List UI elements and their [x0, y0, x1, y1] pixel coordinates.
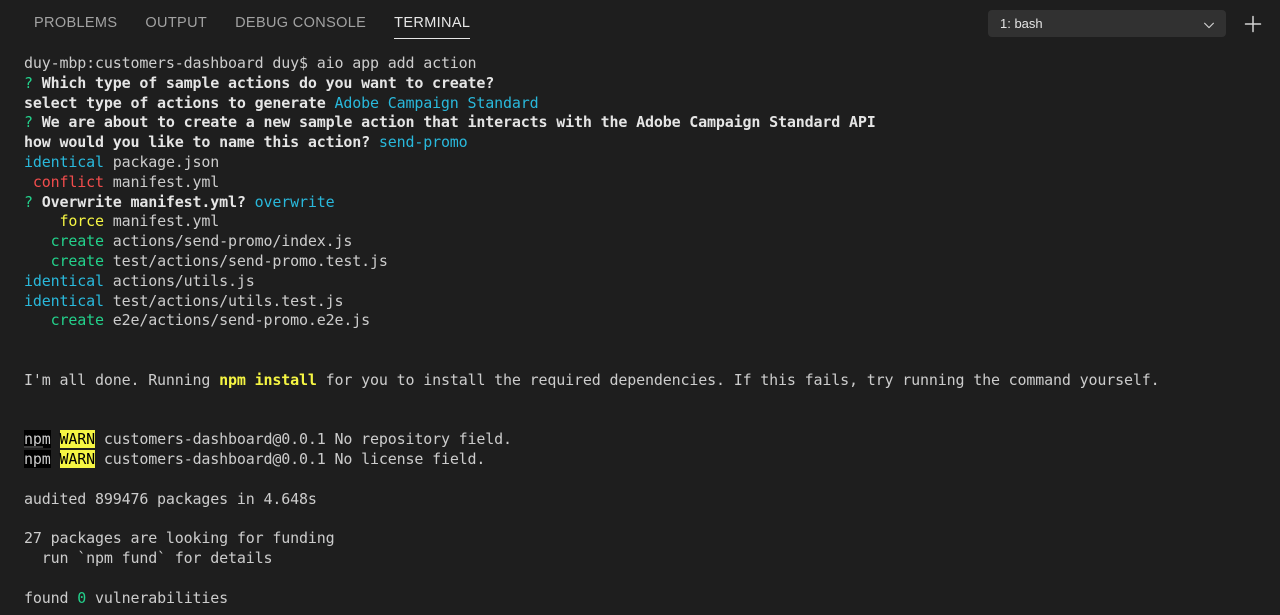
file-path: e2e/actions/send-promo.e2e.js — [103, 311, 370, 330]
terminal-line: conflict manifest.yml — [24, 173, 1280, 193]
funding-summary: 27 packages are looking for funding — [24, 529, 335, 548]
vulnerabilities-prefix: found — [24, 588, 78, 607]
file-status: conflict — [24, 172, 104, 191]
file-status: create — [24, 311, 104, 330]
tab-output-label: OUTPUT — [145, 15, 208, 31]
file-path: test/actions/send-promo.test.js — [103, 251, 388, 270]
tab-problems[interactable]: PROBLEMS — [20, 0, 131, 47]
file-status: identical — [24, 271, 104, 290]
chevron-down-icon — [1202, 17, 1216, 31]
npm-tag: npm — [24, 430, 51, 449]
terminal-output-area[interactable]: duy-mbp:customers-dashboard duy$ aio app… — [0, 47, 1280, 615]
npm-warn-text: customers-dashboard@0.0.1 No repository … — [94, 430, 512, 449]
file-path: test/actions/utils.test.js — [103, 291, 344, 310]
terminal-line: npm WARN customers-dashboard@0.0.1 No re… — [24, 430, 1280, 450]
tab-terminal[interactable]: TERMINAL — [380, 0, 484, 47]
file-status: create — [24, 232, 104, 251]
tab-debug-console[interactable]: DEBUG CONSOLE — [221, 0, 380, 47]
terminal-line: how would you like to name this action? … — [24, 133, 1280, 153]
warn-badge: WARN — [59, 449, 95, 468]
terminal-line: duy-mbp:customers-dashboard duy$ aio app… — [24, 54, 1280, 74]
terminal-line: force manifest.yml — [24, 212, 1280, 232]
tab-debug-console-label: DEBUG CONSOLE — [235, 15, 367, 31]
terminal-line: I'm all done. Running npm install for yo… — [24, 371, 1280, 391]
panel-tab-list: PROBLEMS OUTPUT DEBUG CONSOLE TERMINAL — [20, 0, 484, 47]
prompt-question: Which type of sample actions do you want… — [32, 73, 495, 92]
tab-output[interactable]: OUTPUT — [131, 0, 221, 47]
terminal-selector-dropdown[interactable]: 1: bash — [988, 10, 1226, 37]
funding-hint: run `npm fund` for details — [24, 548, 273, 567]
prompt-question: Overwrite manifest.yml? — [32, 192, 255, 211]
terminal-line: run `npm fund` for details — [24, 549, 1280, 569]
file-status: identical — [24, 291, 104, 310]
prompt-question: how would you like to name this action? — [24, 133, 379, 152]
terminal-line: create e2e/actions/send-promo.e2e.js — [24, 311, 1280, 331]
install-command: npm install — [219, 370, 317, 389]
terminal-line: create actions/send-promo/index.js — [24, 232, 1280, 252]
prompt-marker: ? — [24, 73, 33, 92]
terminal-line: identical package.json — [24, 153, 1280, 173]
prompt-marker: ? — [24, 192, 33, 211]
prompt-question: select type of actions to generate — [24, 93, 335, 112]
shell-command: aio app add action — [316, 54, 477, 72]
vscode-panel: PROBLEMS OUTPUT DEBUG CONSOLE TERMINAL 1… — [0, 0, 1280, 615]
tab-terminal-label: TERMINAL — [394, 15, 471, 31]
panel-header: PROBLEMS OUTPUT DEBUG CONSOLE TERMINAL 1… — [0, 0, 1280, 47]
file-path: actions/send-promo/index.js — [103, 232, 353, 251]
shell-prompt: duy-mbp:customers-dashboard duy$ — [24, 54, 317, 72]
prompt-answer: overwrite — [254, 192, 335, 211]
terminal-line: identical actions/utils.js — [24, 272, 1280, 292]
tab-problems-label: PROBLEMS — [34, 15, 118, 31]
file-path: actions/utils.js — [103, 271, 255, 290]
npm-warn-text: customers-dashboard@0.0.1 No license fie… — [94, 449, 486, 468]
prompt-marker: ? — [24, 113, 33, 132]
audit-summary: audited 899476 packages in 4.648s — [24, 489, 317, 508]
prompt-answer: Adobe Campaign Standard — [334, 93, 539, 112]
terminal-line: ? Which type of sample actions do you wa… — [24, 74, 1280, 94]
file-path: package.json — [103, 152, 220, 171]
terminal-line: audited 899476 packages in 4.648s — [24, 490, 1280, 510]
file-status: create — [24, 251, 104, 270]
npm-tag: npm — [24, 449, 51, 468]
file-status: identical — [24, 152, 104, 171]
terminal-line: identical test/actions/utils.test.js — [24, 292, 1280, 312]
vulnerabilities-count: 0 — [77, 588, 87, 607]
terminal-line: ? Overwrite manifest.yml? overwrite — [24, 193, 1280, 213]
terminal-line: create test/actions/send-promo.test.js — [24, 252, 1280, 272]
prompt-question: We are about to create a new sample acti… — [32, 113, 876, 132]
terminal-line: 27 packages are looking for funding — [24, 529, 1280, 549]
terminal-line: npm WARN customers-dashboard@0.0.1 No li… — [24, 449, 1280, 470]
file-path: manifest.yml — [103, 172, 220, 191]
file-status: force — [24, 212, 104, 231]
terminal-line: ? We are about to create a new sample ac… — [24, 113, 1280, 133]
install-message-suffix: for you to install the required dependen… — [316, 370, 1160, 389]
file-path: manifest.yml — [103, 212, 220, 231]
terminal-line: found 0 vulnerabilities — [24, 589, 1280, 609]
install-message-prefix: I'm all done. Running — [24, 370, 220, 389]
prompt-answer: send-promo — [378, 133, 468, 152]
terminal-selector-value: 1: bash — [1000, 16, 1043, 31]
plus-icon — [1243, 14, 1263, 34]
terminal-line: select type of actions to generate Adobe… — [24, 94, 1280, 114]
panel-header-actions: 1: bash — [988, 0, 1280, 47]
vulnerabilities-suffix: vulnerabilities — [86, 588, 229, 607]
warn-badge: WARN — [59, 430, 95, 449]
new-terminal-button[interactable] — [1226, 0, 1280, 47]
